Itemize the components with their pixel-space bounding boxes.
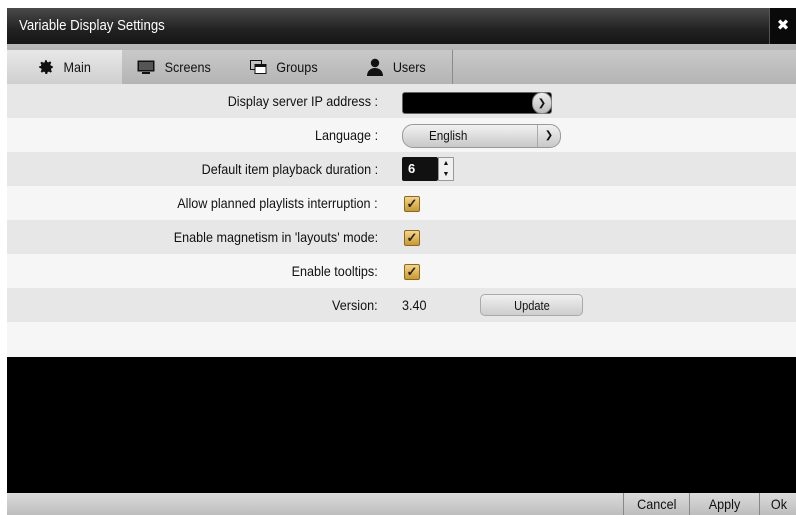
- apply-label: Apply: [709, 496, 741, 512]
- update-button[interactable]: Update: [480, 294, 583, 316]
- empty-panel: [7, 357, 796, 493]
- version-label: Version:: [332, 297, 378, 313]
- cancel-button[interactable]: Cancel: [623, 493, 690, 515]
- setting-row-interrupt: Allow planned playlists interruption : ✓: [7, 186, 796, 220]
- tab-users[interactable]: Users: [341, 50, 453, 84]
- tab-main-label: Main: [63, 59, 91, 75]
- language-label: Language :: [314, 127, 378, 143]
- update-button-label: Update: [513, 298, 550, 313]
- close-button[interactable]: ✖: [769, 8, 796, 44]
- tab-bar: Main Screens Groups Users: [7, 44, 796, 84]
- close-icon: ✖: [776, 17, 790, 34]
- duration-label: Default item playback duration :: [201, 161, 378, 177]
- ip-label: Display server IP address :: [227, 93, 378, 109]
- chevron-down-icon[interactable]: ❯: [537, 125, 560, 147]
- setting-row-language: Language : English ❯: [7, 118, 796, 152]
- stepper-down-icon[interactable]: ▼: [439, 169, 453, 180]
- tab-users-label: Users: [392, 59, 426, 75]
- stepper-up-icon[interactable]: ▲: [439, 158, 453, 169]
- tab-bar-filler: [452, 50, 796, 84]
- language-value: English: [429, 128, 468, 143]
- tab-screens-label: Screens: [164, 59, 212, 75]
- ip-address-select[interactable]: ❯: [402, 92, 552, 114]
- magnetism-checkbox[interactable]: ✓: [404, 230, 420, 246]
- ok-label: Ok: [770, 496, 787, 512]
- setting-row-blank: [7, 322, 796, 357]
- tab-screens[interactable]: Screens: [122, 50, 230, 84]
- duration-value[interactable]: 6: [402, 157, 438, 181]
- ok-button[interactable]: Ok: [759, 493, 796, 515]
- gear-icon: [39, 60, 53, 75]
- settings-window: Variable Display Settings ✖ Main Screens…: [7, 8, 796, 515]
- magnetism-label: Enable magnetism in 'layouts' mode:: [173, 229, 378, 245]
- stepper-arrows[interactable]: ▲ ▼: [438, 157, 454, 181]
- interrupt-label: Allow planned playlists interruption :: [177, 195, 378, 211]
- window-title: Variable Display Settings: [19, 17, 165, 34]
- windows-icon: [250, 59, 267, 74]
- tab-groups-label: Groups: [276, 59, 318, 75]
- setting-row-tooltips: Enable tooltips: ✓: [7, 254, 796, 288]
- footer-bar: Cancel Apply Ok: [7, 493, 796, 515]
- setting-row-duration: Default item playback duration : 6 ▲ ▼: [7, 152, 796, 186]
- setting-row-version: Version: 3.40 beta 2 Update: [7, 288, 796, 381]
- monitor-icon: [137, 60, 155, 74]
- tooltips-checkbox[interactable]: ✓: [404, 264, 420, 280]
- title-bar: Variable Display Settings ✖: [7, 8, 796, 44]
- tab-groups[interactable]: Groups: [229, 50, 342, 84]
- language-select[interactable]: English ❯: [402, 124, 561, 148]
- apply-button[interactable]: Apply: [689, 493, 760, 515]
- setting-row-ip: Display server IP address : ❯: [7, 84, 796, 118]
- cancel-label: Cancel: [637, 496, 677, 512]
- user-icon: [366, 58, 383, 76]
- tooltips-label: Enable tooltips:: [291, 263, 378, 279]
- chevron-down-icon[interactable]: ❯: [532, 92, 552, 114]
- tab-main[interactable]: Main: [7, 50, 123, 84]
- duration-stepper[interactable]: 6 ▲ ▼: [402, 157, 454, 181]
- settings-panel: Display server IP address : ❯ Language :…: [7, 84, 796, 381]
- setting-row-magnetism: Enable magnetism in 'layouts' mode: ✓: [7, 220, 796, 254]
- interrupt-checkbox[interactable]: ✓: [404, 196, 420, 212]
